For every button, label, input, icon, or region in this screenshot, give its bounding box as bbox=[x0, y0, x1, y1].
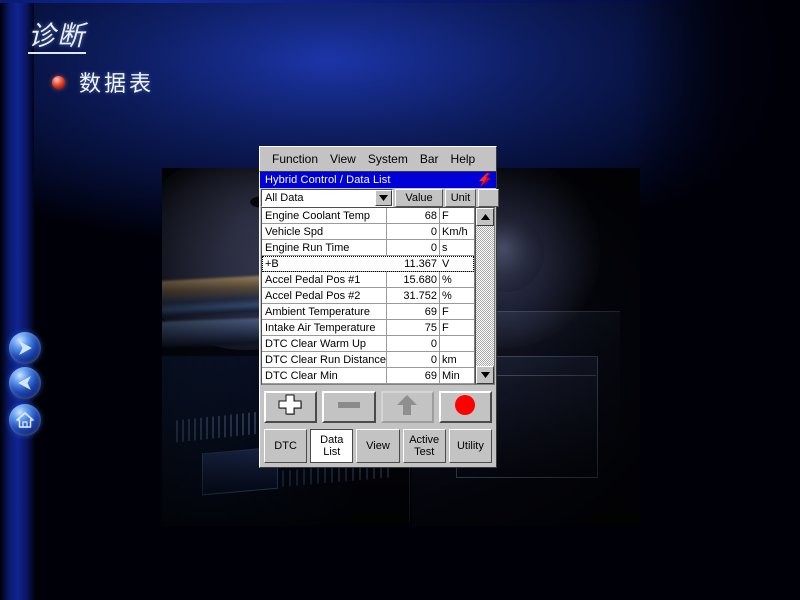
back-arrow-icon bbox=[15, 373, 35, 393]
cell-parameter-value: 75 bbox=[387, 320, 440, 335]
bottom-tab-bar: DTCDataListViewActiveTestUtility bbox=[260, 427, 496, 467]
section-heading: 数据表 bbox=[52, 66, 154, 98]
home-icon bbox=[15, 410, 35, 430]
nav-home-button[interactable] bbox=[9, 404, 41, 436]
data-grid-area: Engine Coolant Temp68FVehicle Spd0Km/hEn… bbox=[260, 207, 496, 385]
menu-item-function[interactable]: Function bbox=[266, 150, 324, 168]
menu-item-system[interactable]: System bbox=[362, 150, 414, 168]
add-button[interactable] bbox=[264, 391, 317, 423]
menu-item-bar[interactable]: Bar bbox=[414, 150, 445, 168]
table-row[interactable]: Intake Air Temperature75F bbox=[262, 320, 474, 336]
grid-header-row: All Data Value Unit bbox=[260, 188, 496, 207]
tab-data-list[interactable]: DataList bbox=[310, 429, 353, 463]
cell-parameter-name: DTC Clear Min bbox=[262, 368, 387, 383]
nav-back-button[interactable] bbox=[9, 367, 41, 399]
table-row[interactable]: DTC Clear Run Distance0km bbox=[262, 352, 474, 368]
table-row[interactable]: DTC Clear Min69Min bbox=[262, 368, 474, 384]
cell-parameter-unit: km bbox=[440, 352, 474, 367]
tab-dtc[interactable]: DTC bbox=[264, 429, 307, 463]
cell-parameter-name: DTC Clear Run Distance bbox=[262, 352, 387, 367]
lightning-bolt-icon bbox=[476, 173, 494, 187]
column-header-value[interactable]: Value bbox=[395, 189, 443, 207]
cell-parameter-value: 0 bbox=[387, 336, 440, 351]
cell-parameter-value: 31.752 bbox=[387, 288, 440, 303]
cell-parameter-value: 69 bbox=[387, 304, 440, 319]
background-right-fade bbox=[630, 0, 800, 600]
cell-parameter-unit: F bbox=[440, 320, 474, 335]
menu-bar: FunctionViewSystemBarHelp bbox=[259, 146, 497, 172]
cell-parameter-value: 0 bbox=[387, 240, 440, 255]
menu-item-help[interactable]: Help bbox=[445, 150, 482, 168]
data-list-grid[interactable]: Engine Coolant Temp68FVehicle Spd0Km/hEn… bbox=[261, 207, 475, 385]
cell-parameter-name: DTC Clear Warm Up bbox=[262, 336, 387, 351]
record-circle-icon bbox=[454, 394, 476, 421]
cell-parameter-value: 11.367 bbox=[387, 256, 440, 271]
table-row[interactable]: Vehicle Spd0Km/h bbox=[262, 224, 474, 240]
tab-utility[interactable]: Utility bbox=[449, 429, 492, 463]
cell-parameter-name: Engine Run Time bbox=[262, 240, 387, 255]
cell-parameter-name: +B bbox=[262, 256, 387, 271]
cell-parameter-unit: F bbox=[440, 304, 474, 319]
up-arrow-icon bbox=[396, 393, 418, 422]
screen: 诊断 数据表 bbox=[0, 0, 800, 600]
table-row[interactable]: Ambient Temperature69F bbox=[262, 304, 474, 320]
cell-parameter-name: Engine Coolant Temp bbox=[262, 208, 387, 223]
remove-button[interactable] bbox=[322, 391, 375, 423]
background-left-strip bbox=[0, 0, 34, 600]
record-button[interactable] bbox=[439, 391, 492, 423]
cell-parameter-name: Intake Air Temperature bbox=[262, 320, 387, 335]
column-header-unit[interactable]: Unit bbox=[445, 189, 476, 207]
cell-parameter-name: Accel Pedal Pos #1 bbox=[262, 272, 387, 287]
data-filter-value: All Data bbox=[265, 192, 304, 204]
table-row[interactable]: Engine Coolant Temp68F bbox=[262, 208, 474, 224]
action-button-bar bbox=[260, 385, 496, 427]
section-label: 数据表 bbox=[79, 66, 154, 98]
cell-parameter-value: 68 bbox=[387, 208, 440, 223]
page-title: 诊断 bbox=[28, 22, 86, 54]
table-row[interactable]: Engine Run Time0s bbox=[262, 240, 474, 256]
cell-parameter-name: Vehicle Spd bbox=[262, 224, 387, 239]
cell-parameter-value: 15.680 bbox=[387, 272, 440, 287]
cell-parameter-value: 0 bbox=[387, 224, 440, 239]
table-row[interactable]: Accel Pedal Pos #231.752% bbox=[262, 288, 474, 304]
cell-parameter-name: Accel Pedal Pos #2 bbox=[262, 288, 387, 303]
scroll-up-arrow-icon[interactable] bbox=[476, 208, 494, 226]
window-titlebar: Hybrid Control / Data List bbox=[260, 172, 496, 188]
cell-parameter-name: Ambient Temperature bbox=[262, 304, 387, 319]
scroll-down-arrow-icon[interactable] bbox=[476, 366, 494, 384]
cell-parameter-unit: s bbox=[440, 240, 474, 255]
cell-parameter-unit: Min bbox=[440, 368, 474, 383]
cell-parameter-unit: % bbox=[440, 272, 474, 287]
window-title: Hybrid Control / Data List bbox=[265, 174, 390, 186]
cell-parameter-unit: % bbox=[440, 288, 474, 303]
cell-parameter-value: 0 bbox=[387, 352, 440, 367]
chevron-down-icon[interactable] bbox=[375, 190, 392, 206]
table-row[interactable]: +B11.367V bbox=[262, 256, 474, 272]
forward-arrow-icon bbox=[15, 338, 35, 358]
application-window: Hybrid Control / Data List All Data Valu… bbox=[259, 172, 497, 468]
bullet-icon bbox=[52, 76, 65, 89]
vertical-scrollbar[interactable] bbox=[475, 207, 495, 385]
table-row[interactable]: Accel Pedal Pos #115.680% bbox=[262, 272, 474, 288]
cell-parameter-unit: Km/h bbox=[440, 224, 474, 239]
cell-parameter-unit bbox=[440, 336, 474, 351]
plus-icon bbox=[278, 393, 304, 422]
cell-parameter-unit: F bbox=[440, 208, 474, 223]
cell-parameter-unit: V bbox=[440, 256, 474, 271]
data-filter-combobox[interactable]: All Data bbox=[261, 189, 393, 207]
tab-view[interactable]: View bbox=[356, 429, 399, 463]
menu-item-view[interactable]: View bbox=[324, 150, 362, 168]
nav-forward-button[interactable] bbox=[9, 332, 41, 364]
minus-icon bbox=[336, 398, 362, 416]
cell-parameter-value: 69 bbox=[387, 368, 440, 383]
tab-active-test[interactable]: ActiveTest bbox=[403, 429, 446, 463]
move-up-button[interactable] bbox=[381, 391, 434, 423]
table-row[interactable]: DTC Clear Warm Up0 bbox=[262, 336, 474, 352]
column-header-blank bbox=[478, 189, 499, 207]
